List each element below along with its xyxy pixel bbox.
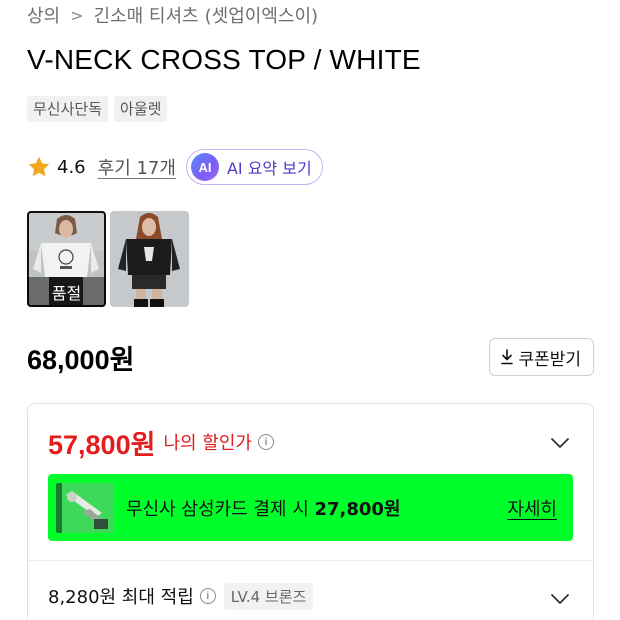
rating-value: 4.6 <box>57 156 86 178</box>
breadcrumb: 상의 > 긴소매 티셔츠 (셋업이엑스이) <box>27 2 318 28</box>
member-level-badge: LV.4 브론즈 <box>223 582 314 610</box>
product-photo-black <box>110 211 189 307</box>
coupon-button[interactable]: 쿠폰받기 <box>489 338 594 376</box>
card-promo-image <box>56 482 114 533</box>
rating-row: 4.6 후기 17개 AI AI 요약 보기 <box>27 148 323 186</box>
chevron-down-icon[interactable] <box>550 437 570 449</box>
breadcrumb-brand[interactable]: (셋업이엑스이) <box>205 2 318 28</box>
star-icon <box>28 156 50 177</box>
thumbnail-black-top[interactable] <box>110 211 189 307</box>
points-row: 8,280원 최대 적립 i LV.4 브론즈 <box>48 578 314 614</box>
breadcrumb-category[interactable]: 상의 <box>27 2 60 28</box>
card-promo-banner[interactable]: 무신사 삼성카드 결제 시 27,800원 자세히 <box>48 474 573 541</box>
chevron-right-icon: > <box>70 5 84 25</box>
sale-price: 57,800원 <box>48 429 156 460</box>
soldout-badge: 품절 <box>27 277 106 307</box>
chevron-down-icon[interactable] <box>550 593 570 605</box>
review-count-link[interactable]: 후기 17개 <box>98 154 176 180</box>
card-promo-detail-link[interactable]: 자세히 <box>507 495 557 521</box>
sale-price-row: 57,800원 나의 할인가 i <box>48 422 274 462</box>
ai-icon: AI <box>190 153 219 181</box>
ai-summary-label: AI 요약 보기 <box>226 159 312 178</box>
product-tags: 무신사단독 아울렛 <box>27 96 168 122</box>
divider <box>28 560 593 561</box>
ai-summary-button[interactable]: AI AI 요약 보기 <box>185 149 323 185</box>
card-promo-text: 무신사 삼성카드 결제 시 27,800원 <box>126 498 401 520</box>
discount-panel: 57,800원 나의 할인가 i 무신사 삼성카드 결제 시 27,800원 자… <box>27 403 594 620</box>
breadcrumb-subcategory[interactable]: 긴소매 티셔츠 <box>94 2 199 28</box>
thumbnail-white-top[interactable]: 품절 <box>27 211 106 307</box>
download-icon <box>501 349 514 365</box>
tag-exclusive: 무신사단독 <box>27 96 109 122</box>
sale-price-label: 나의 할인가 <box>163 433 252 454</box>
max-points: 8,280원 최대 적립 <box>48 587 194 608</box>
info-icon[interactable]: i <box>199 588 216 604</box>
price-row: 68,000원 쿠폰받기 <box>27 338 594 376</box>
thumbnail-list: 품절 <box>27 211 189 307</box>
original-price: 68,000원 <box>27 344 135 375</box>
info-icon[interactable]: i <box>257 434 274 450</box>
product-title: V-NECK CROSS TOP / WHITE <box>27 44 421 75</box>
coupon-button-label: 쿠폰받기 <box>518 349 581 370</box>
tag-outlet: 아울렛 <box>114 96 168 122</box>
